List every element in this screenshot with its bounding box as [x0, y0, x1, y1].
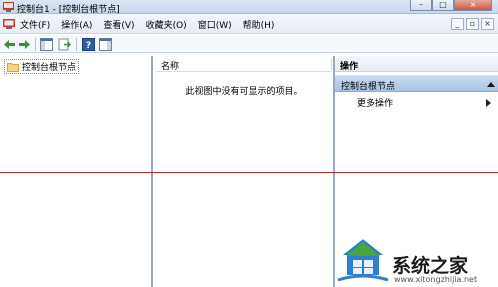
console-menu-icon[interactable]: [3, 18, 15, 30]
column-header-name[interactable]: 名称: [156, 56, 332, 72]
menu-help[interactable]: 帮助(H): [243, 18, 275, 31]
export-list-icon[interactable]: [58, 38, 71, 51]
folder-icon: [7, 62, 19, 72]
collapse-arrow-icon[interactable]: [487, 82, 495, 87]
toolbar: ?: [0, 35, 498, 53]
menu-view[interactable]: 查看(V): [103, 18, 134, 31]
menu-file[interactable]: 文件(F): [20, 18, 50, 31]
watermark-brand: 系统之家: [392, 255, 469, 277]
actions-section-header[interactable]: 控制台根节点: [335, 75, 498, 92]
tree-item-console-root[interactable]: 控制台根节点: [4, 59, 80, 74]
title-bar: 控制台1 - [控制台根节点] – □ ×: [0, 0, 498, 15]
submenu-arrow-icon: [486, 99, 491, 107]
menu-bar: 文件(F) 操作(A) 查看(V) 收藏夹(O) 窗口(W) 帮助(H) _ ▫…: [0, 14, 498, 34]
tree-item-label: 控制台根节点: [22, 63, 77, 73]
show-hide-action-pane-icon[interactable]: [99, 38, 112, 51]
action-more-actions[interactable]: 更多操作: [335, 95, 498, 109]
mdi-restore-button[interactable]: ▫: [466, 18, 479, 30]
column-divider[interactable]: [331, 58, 332, 70]
house-logo-icon: [337, 236, 389, 282]
maximize-button[interactable]: □: [432, 0, 454, 11]
action-item-label: 更多操作: [357, 99, 394, 109]
window-controls: – □ ×: [410, 0, 492, 12]
forward-arrow-icon[interactable]: [18, 38, 31, 51]
divider-line: [0, 172, 498, 173]
column-header-label: 名称: [161, 62, 180, 72]
actions-section-label: 控制台根节点: [341, 82, 396, 92]
actions-title-label: 操作: [340, 62, 359, 72]
menu-action[interactable]: 操作(A): [61, 18, 92, 31]
show-hide-tree-icon[interactable]: [40, 38, 53, 51]
minimize-button[interactable]: –: [410, 0, 432, 11]
toolbar-separator: [76, 38, 77, 51]
menu-favorites[interactable]: 收藏夹(O): [146, 18, 187, 31]
console-app-icon: [3, 2, 14, 12]
help-icon[interactable]: ?: [82, 38, 95, 51]
mdi-close-button[interactable]: ×: [481, 18, 494, 30]
back-arrow-icon[interactable]: [3, 38, 16, 51]
svg-text:?: ?: [86, 41, 91, 51]
watermark: 系统之家 www.xitongzhijia.net: [332, 230, 498, 287]
toolbar-separator: [35, 38, 36, 51]
close-button[interactable]: ×: [454, 0, 492, 11]
menu-window[interactable]: 窗口(W): [198, 18, 232, 31]
empty-view-message: 此视图中没有可显示的项目。: [185, 87, 303, 97]
watermark-url: www.xitongzhijia.net: [394, 275, 478, 284]
actions-pane-title: 操作: [335, 56, 498, 72]
mdi-minimize-button[interactable]: _: [451, 18, 464, 30]
